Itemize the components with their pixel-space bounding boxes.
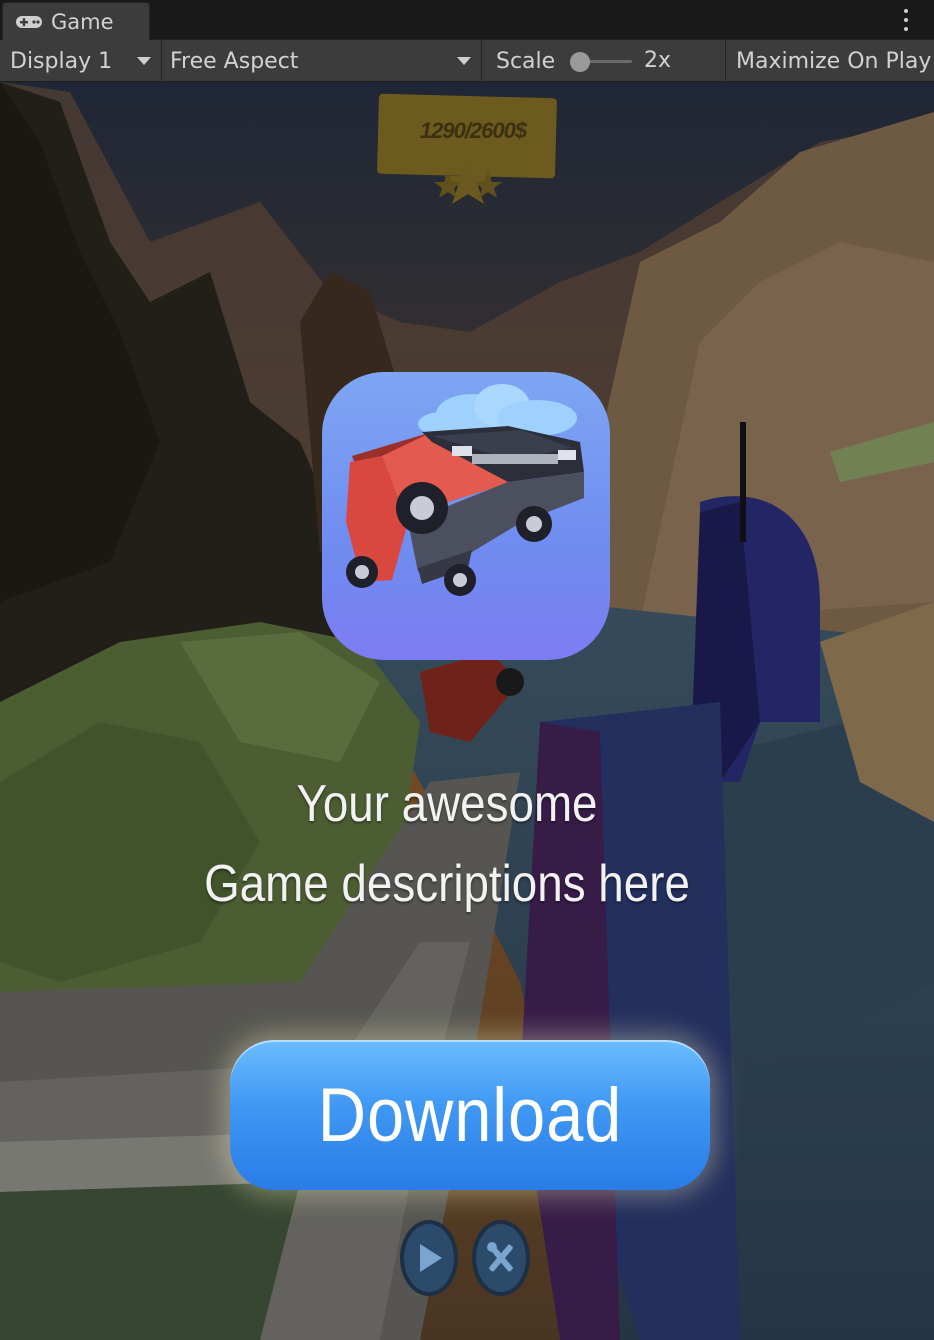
pickup-truck-app-icon [322, 372, 610, 660]
tools-button[interactable] [472, 1220, 530, 1296]
play-icon [420, 1244, 442, 1272]
scale-label: Scale [496, 48, 556, 74]
aspect-dropdown[interactable]: Free Aspect [162, 40, 482, 82]
game-viewport[interactable]: 1290/2600$ Your awesome Game description… [0, 82, 934, 1340]
scale-slider-thumb[interactable] [570, 52, 590, 72]
game-tab[interactable]: Game [2, 2, 150, 40]
display-dropdown[interactable]: Display 1 [0, 40, 162, 82]
chevron-down-icon [457, 57, 471, 65]
chevron-down-icon [137, 57, 151, 65]
game-description: Your awesome Game descriptions here [142, 764, 753, 924]
editor-tab-bar: Game [0, 0, 934, 40]
hud-money-text: 1290/2600$ [419, 118, 527, 143]
play-button[interactable] [400, 1220, 458, 1296]
kebab-menu-icon[interactable] [896, 9, 916, 31]
game-view-toolbar: Display 1 Free Aspect Scale 2x Maximize … [0, 40, 934, 82]
game-tab-label: Game [51, 9, 114, 34]
scale-control: Scale 2x [482, 40, 726, 82]
display-dropdown-value: Display 1 [10, 48, 113, 74]
aspect-dropdown-value: Free Aspect [170, 48, 299, 74]
maximize-on-play-toggle[interactable]: Maximize On Play [726, 40, 934, 82]
maximize-on-play-label: Maximize On Play [736, 48, 932, 74]
star-rating-icon [434, 160, 502, 204]
description-line-2: Game descriptions here [204, 855, 690, 913]
scale-value: 2x [644, 48, 672, 73]
download-button[interactable]: Download [230, 1040, 710, 1190]
gamepad-icon [16, 15, 42, 28]
wrench-screwdriver-icon [487, 1242, 513, 1272]
description-line-1: Your awesome [296, 775, 598, 833]
download-button-label: Download [317, 1072, 623, 1158]
